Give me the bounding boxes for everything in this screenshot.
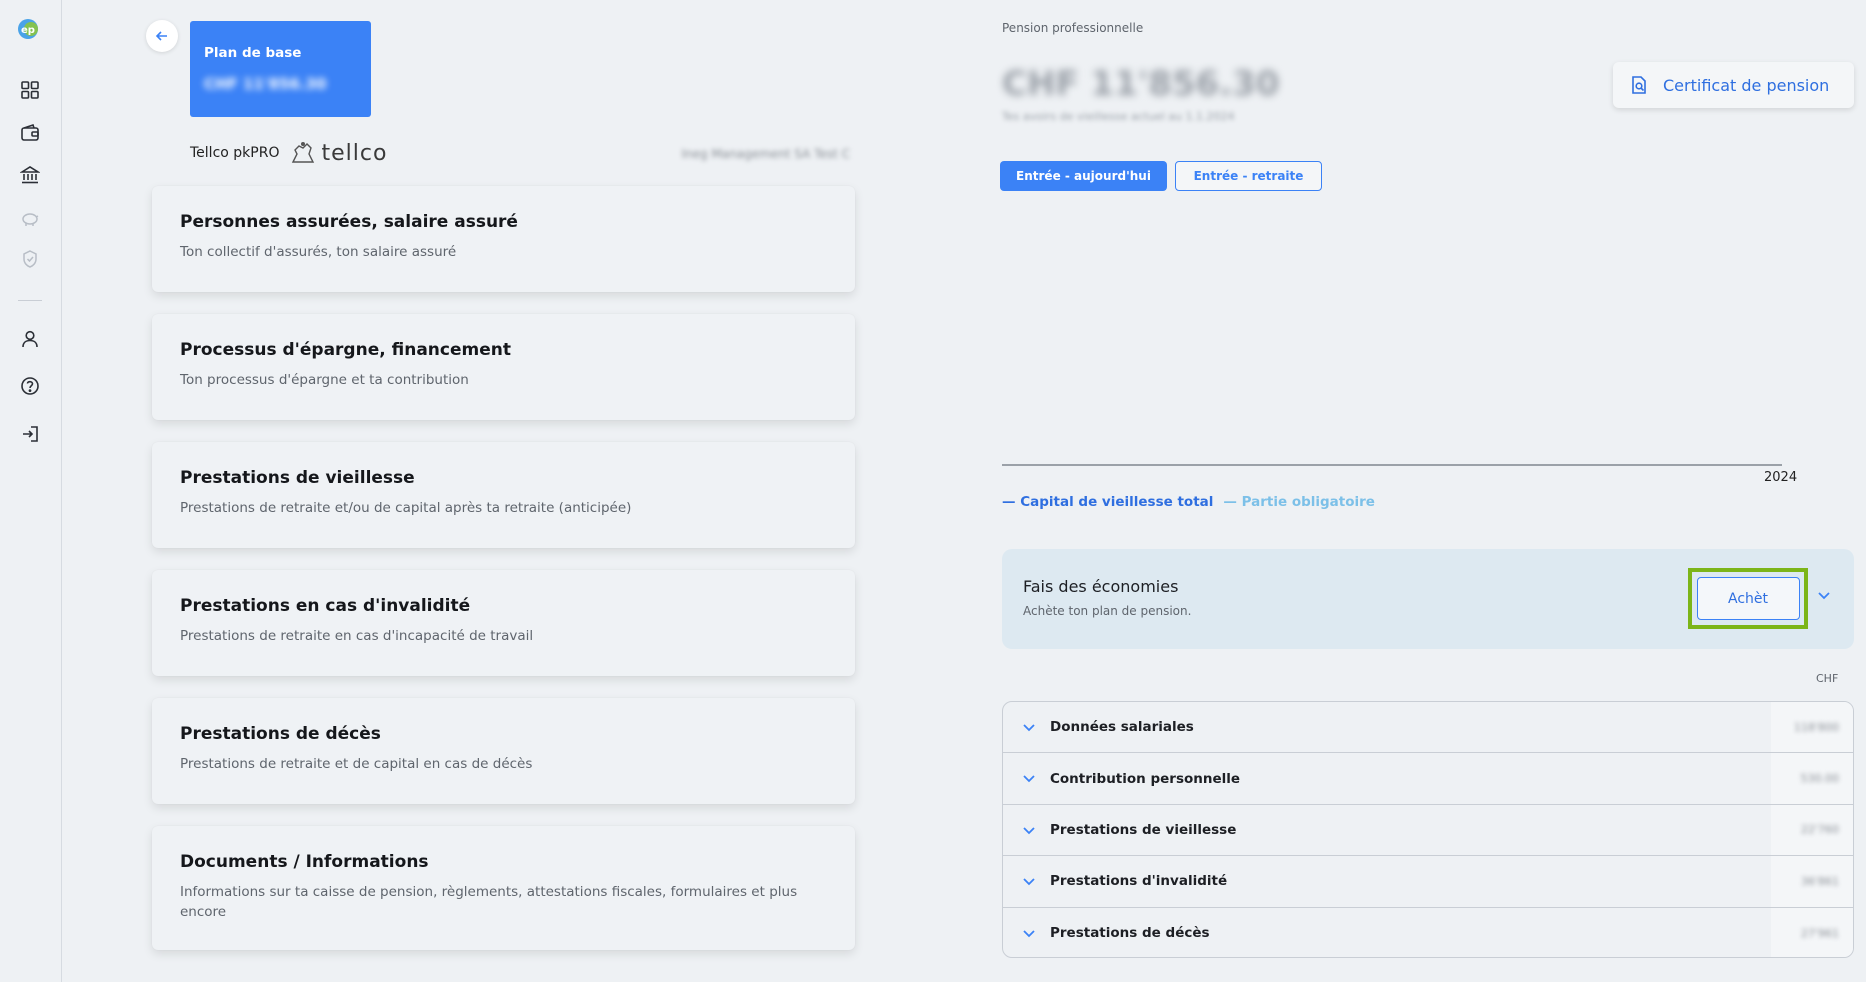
back-button[interactable]	[146, 20, 178, 52]
shield-icon	[19, 248, 41, 270]
plan-title: Plan de base	[204, 45, 302, 61]
accordion-label: Prestations de décès	[1050, 925, 1210, 942]
menu-card-title: Documents / Informations	[180, 852, 429, 872]
accordion-value: 27'961	[1771, 907, 1853, 957]
menu-card-death-benefits[interactable]: Prestations de décès Prestations de retr…	[152, 698, 855, 804]
provider-row: Tellco pkPRO tellco	[190, 140, 387, 166]
section-label: Pension professionnelle	[1002, 21, 1144, 35]
menu-card-subtitle: Prestations de retraite et/ou de capital…	[180, 500, 632, 516]
menu-card-disability-benefits[interactable]: Prestations en cas d'invalidité Prestati…	[152, 570, 855, 676]
menu-card-subtitle: Informations sur ta caisse de pension, r…	[180, 884, 798, 920]
accordion-label: Prestations de vieillesse	[1050, 821, 1237, 838]
menu-card-old-age-benefits[interactable]: Prestations de vieillesse Prestations de…	[152, 442, 855, 548]
chart-x-axis	[1002, 464, 1782, 466]
logout-icon[interactable]	[19, 423, 41, 445]
menu-card-subtitle: Ton processus d'épargne et ta contributi…	[180, 372, 469, 388]
dashboard-icon[interactable]	[19, 79, 41, 101]
chevron-down-icon	[1023, 827, 1035, 835]
pension-certificate-label: Certificat de pension	[1663, 75, 1830, 95]
menu-card-savings-process[interactable]: Processus d'épargne, financement Ton pro…	[152, 314, 855, 420]
menu-card-subtitle: Ton collectif d'assurés, ton salaire ass…	[180, 244, 457, 260]
accordion-row-old-age-benefits[interactable]: Prestations de vieillesse 22'760	[1003, 804, 1853, 857]
menu-card-insured-persons[interactable]: Personnes assurées, salaire assuré Ton c…	[152, 186, 855, 292]
accordion-row-salary-data[interactable]: Données salariales 118'800	[1003, 702, 1853, 754]
provider-name: Tellco pkPRO	[190, 145, 280, 161]
help-icon[interactable]	[19, 375, 41, 397]
chevron-down-icon	[1023, 929, 1035, 937]
chevron-down-icon	[1023, 878, 1035, 886]
accordion-value: 36'861	[1771, 856, 1853, 907]
savings-subtitle: Achète ton plan de pension.	[1023, 604, 1192, 618]
chart-legend: — Capital de vieillesse total — Partie o…	[1002, 494, 1375, 510]
accordion-value: 22'760	[1771, 804, 1853, 856]
menu-card-documents[interactable]: Documents / Informations Informations su…	[152, 826, 855, 950]
legend-mandatory-part[interactable]: — Partie obligatoire	[1223, 494, 1375, 510]
accordion-label: Données salariales	[1050, 719, 1194, 736]
sidebar: ep	[0, 0, 62, 982]
tab-entry-retirement[interactable]: Entrée - retraite	[1175, 161, 1322, 191]
menu-card-subtitle: Prestations de retraite et de capital en…	[180, 756, 533, 772]
menu-card-subtitle: Prestations de retraite en cas d'incapac…	[180, 628, 534, 644]
tab-entry-today[interactable]: Entrée - aujourd'hui	[1000, 161, 1167, 191]
accordion-label: Prestations d'invalidité	[1050, 873, 1228, 890]
menu-card-title: Processus d'épargne, financement	[180, 340, 511, 360]
menu-card-title: Prestations de vieillesse	[180, 468, 415, 488]
chevron-down-icon	[1023, 775, 1035, 783]
user-icon[interactable]	[19, 328, 41, 350]
menu-card-title: Personnes assurées, salaire assuré	[180, 212, 518, 232]
chevron-down-icon[interactable]	[1816, 587, 1832, 603]
accordion-value: 530.00	[1771, 753, 1853, 804]
bank-icon[interactable]	[19, 164, 41, 186]
piggy-bank-icon	[19, 207, 41, 229]
pension-amount-subtitle: Tes avoirs de vieillesse actuel au 1.1.2…	[1002, 110, 1235, 123]
pension-certificate-button[interactable]: Certificat de pension	[1613, 62, 1854, 108]
buy-button-highlight: Achèt	[1688, 568, 1808, 629]
employer-name: Ineg Management SA Test C	[681, 147, 850, 161]
sidebar-divider	[18, 300, 42, 301]
accordion-label: Contribution personnelle	[1050, 770, 1241, 787]
chart-x-tick: 2024	[1764, 470, 1798, 485]
chevron-down-icon	[1023, 724, 1035, 732]
accordion-row-disability-benefits[interactable]: Prestations d'invalidité 36'861	[1003, 856, 1853, 908]
plan-card[interactable]: Plan de base CHF 11'856.30	[190, 21, 371, 117]
savings-panel: Fais des économies Achète ton plan de pe…	[1002, 549, 1854, 649]
accordion-row-death-benefits[interactable]: Prestations de décès 27'961	[1003, 907, 1853, 957]
horse-rider-icon	[292, 142, 315, 163]
menu-card-title: Prestations en cas d'invalidité	[180, 596, 471, 616]
app-logo[interactable]: ep	[16, 18, 40, 40]
savings-title: Fais des économies	[1023, 577, 1179, 596]
legend-total-capital[interactable]: — Capital de vieillesse total	[1002, 494, 1213, 510]
document-search-icon	[1632, 76, 1646, 94]
menu-card-title: Prestations de décès	[180, 724, 381, 744]
buy-button[interactable]: Achèt	[1696, 577, 1800, 620]
accordion-row-personal-contribution[interactable]: Contribution personnelle 530.00	[1003, 753, 1853, 805]
currency-label: CHF	[1816, 672, 1839, 685]
pension-amount: CHF 11'856.30	[1002, 64, 1280, 104]
provider-brand-text: tellco	[321, 140, 388, 166]
provider-logo: tellco	[289, 140, 387, 166]
arrow-left-icon	[155, 31, 167, 41]
wallet-icon[interactable]	[19, 122, 41, 144]
benefits-accordion: Données salariales 118'800 Contribution …	[1002, 701, 1854, 958]
plan-amount: CHF 11'856.30	[204, 75, 327, 93]
svg-text:ep: ep	[21, 25, 35, 36]
accordion-value: 118'800	[1771, 702, 1853, 753]
